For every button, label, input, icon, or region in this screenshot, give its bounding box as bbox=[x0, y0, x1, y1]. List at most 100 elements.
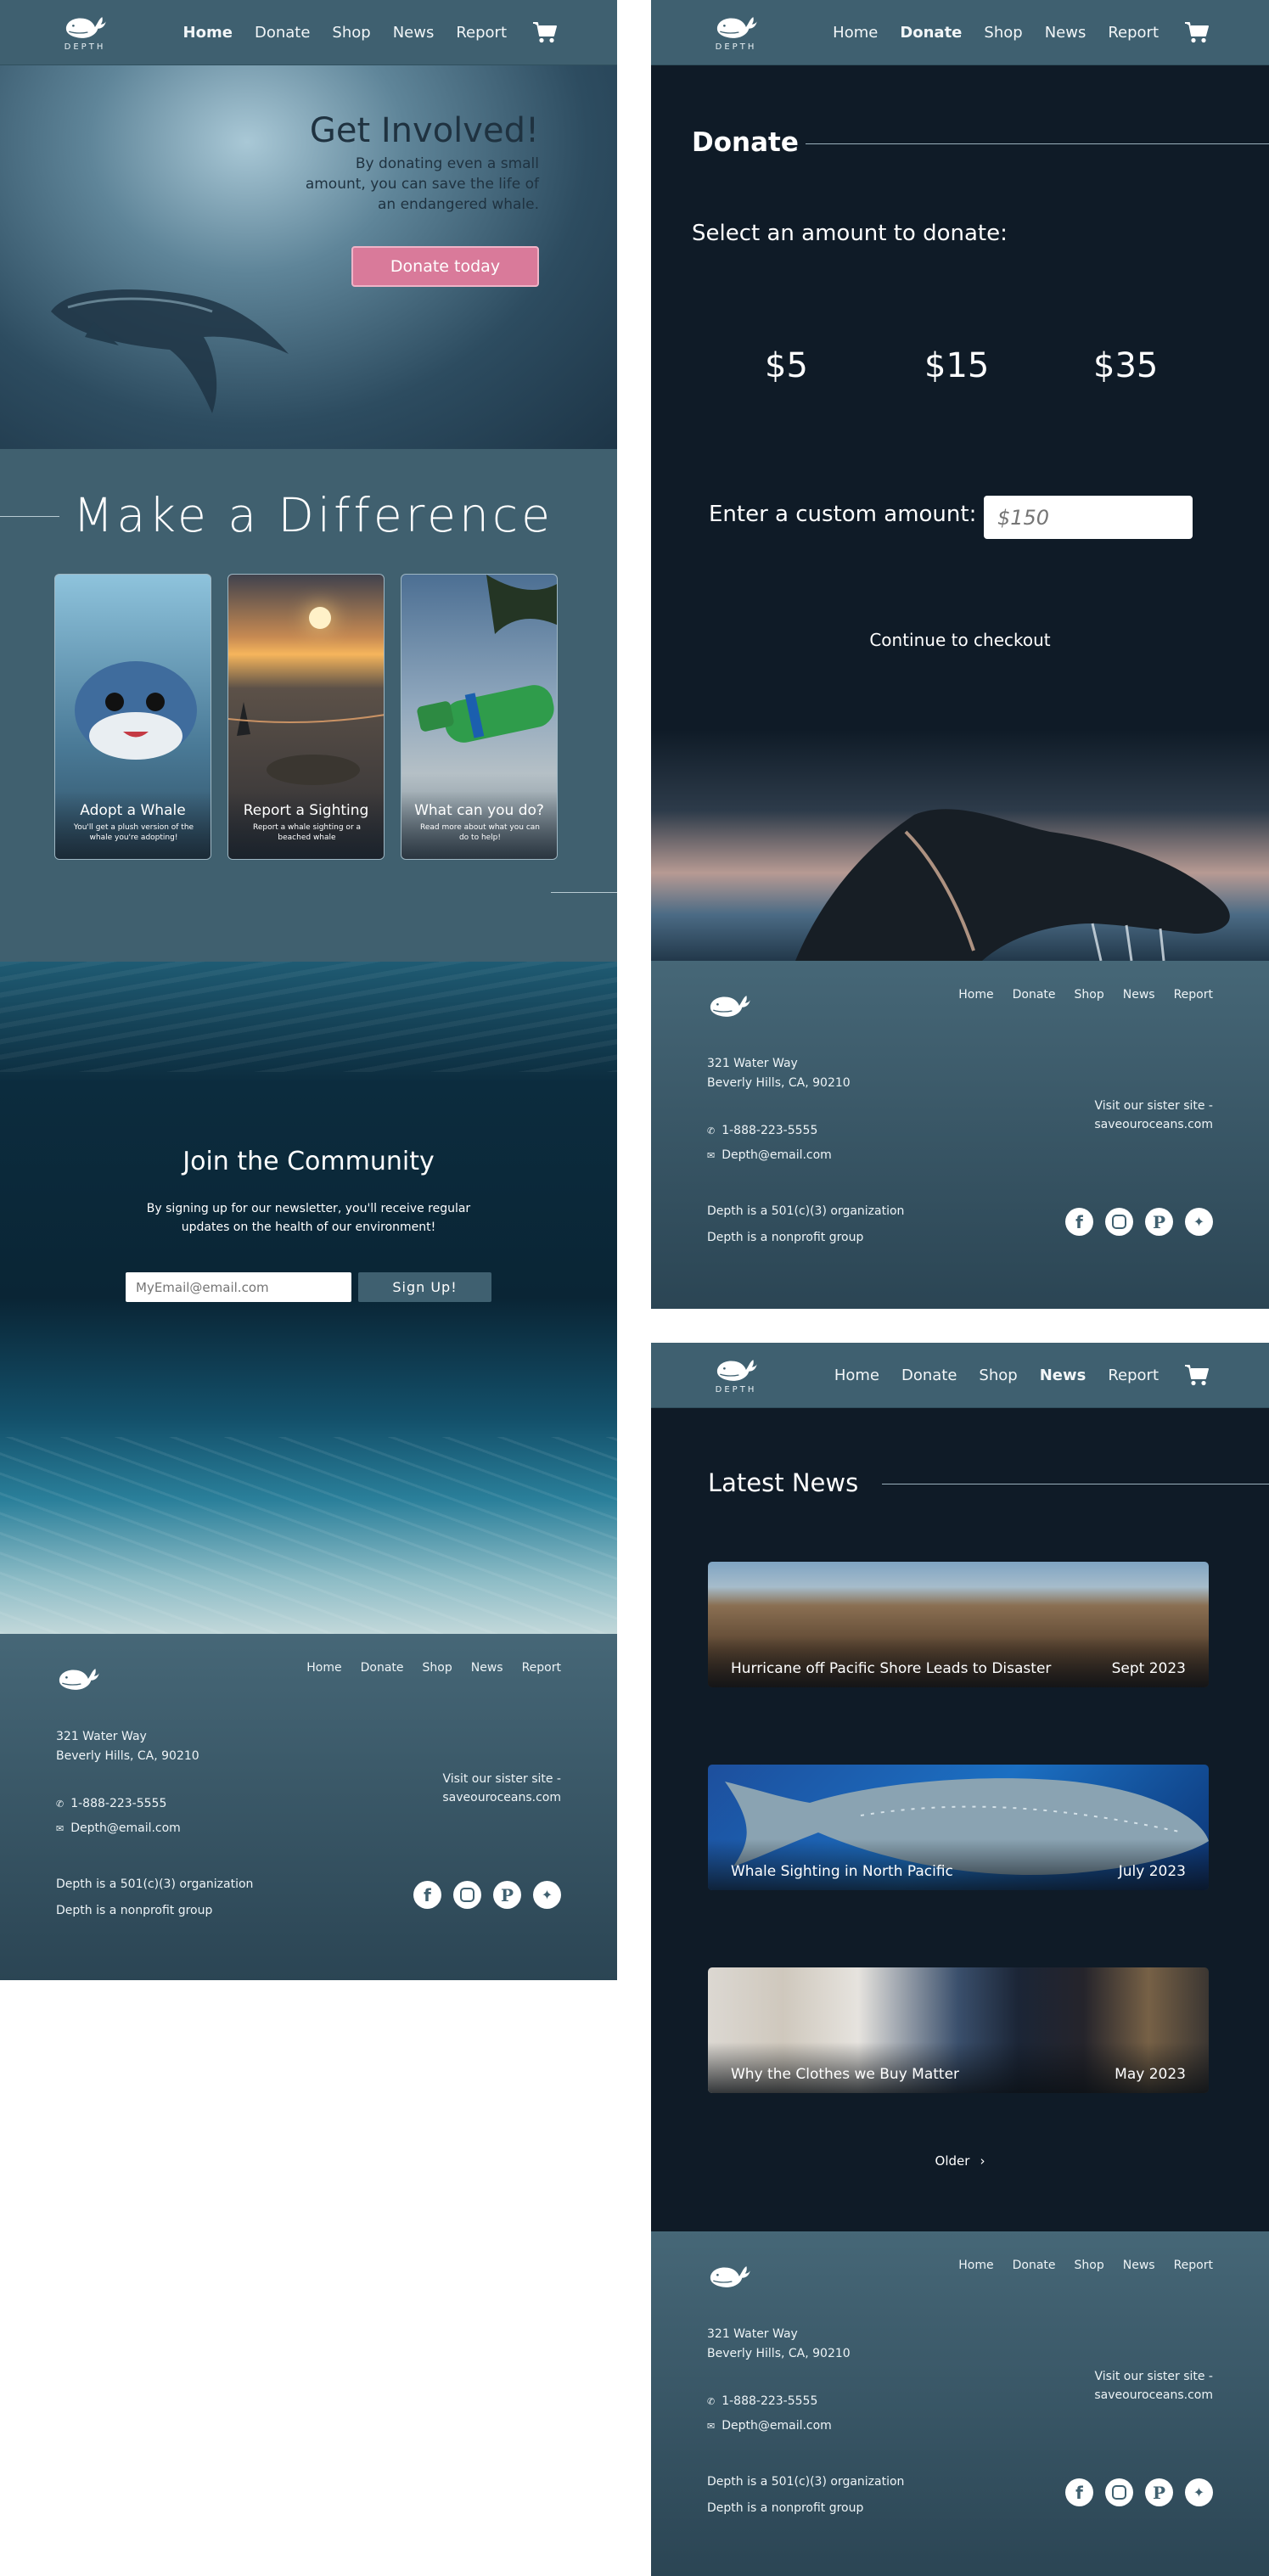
card-what-can-you-do[interactable]: What can you do? Read more about what yo… bbox=[401, 574, 558, 860]
mail-icon: ✉ bbox=[707, 2421, 716, 2432]
footer-link-home[interactable]: Home bbox=[958, 2259, 993, 2272]
footer-link-home[interactable]: Home bbox=[958, 988, 993, 1002]
footer-link-shop[interactable]: Shop bbox=[1075, 988, 1104, 1002]
news-date: Sept 2023 bbox=[1111, 1660, 1186, 1677]
continue-checkout-button[interactable]: Continue to checkout bbox=[651, 630, 1269, 650]
main-nav: DEPTH Home Donate Shop News Report bbox=[651, 0, 1269, 65]
amount-15[interactable]: $15 bbox=[924, 346, 989, 385]
whale-logo-icon bbox=[714, 1355, 758, 1384]
nav-news[interactable]: News bbox=[393, 24, 435, 42]
nav-shop[interactable]: Shop bbox=[984, 24, 1022, 42]
nav-home[interactable]: Home bbox=[183, 24, 233, 42]
whale-logo-icon[interactable] bbox=[707, 2262, 751, 2291]
news-headline: Why the Clothes we Buy Matter bbox=[731, 2066, 960, 2083]
difference-section: Make a Difference Adopt a Whale You'll g… bbox=[0, 449, 617, 962]
footer-link-donate[interactable]: Donate bbox=[361, 1661, 404, 1675]
nav-news[interactable]: News bbox=[1045, 24, 1087, 42]
sign-up-button[interactable]: Sign Up! bbox=[358, 1272, 491, 1302]
footer-link-news[interactable]: News bbox=[471, 1661, 503, 1675]
whale-logo-icon[interactable] bbox=[56, 1664, 100, 1693]
card-text: Read more about what you can do to help! bbox=[419, 823, 540, 842]
newsletter-email-input[interactable] bbox=[126, 1272, 351, 1302]
facebook-icon[interactable]: f bbox=[413, 1881, 441, 1909]
footer-link-report[interactable]: Report bbox=[522, 1661, 561, 1675]
pinterest-icon[interactable]: P bbox=[1145, 1208, 1173, 1236]
twitter-icon[interactable]: ✦ bbox=[533, 1881, 561, 1909]
news-headline: Whale Sighting in North Pacific bbox=[731, 1863, 953, 1880]
hero-section: Get Involved! By donating even a small a… bbox=[0, 65, 617, 449]
nav-donate[interactable]: Donate bbox=[900, 24, 962, 42]
footer-link-report[interactable]: Report bbox=[1174, 988, 1213, 1002]
card-report-sighting[interactable]: Report a Sighting Report a whale sightin… bbox=[227, 574, 385, 860]
cart-icon[interactable] bbox=[532, 20, 558, 44]
footer-link-news[interactable]: News bbox=[1123, 2259, 1155, 2272]
social-links: f P ✦ bbox=[1065, 2478, 1213, 2506]
site-footer: Home Donate Shop News Report 321 Water W… bbox=[651, 2231, 1269, 2576]
card-text: You'll get a plush version of the whale … bbox=[73, 823, 194, 842]
news-card[interactable]: Why the Clothes we Buy Matter May 2023 bbox=[708, 1967, 1209, 2093]
twitter-icon[interactable]: ✦ bbox=[1185, 2478, 1213, 2506]
nav-shop[interactable]: Shop bbox=[332, 24, 370, 42]
footer-address: 321 Water Way Beverly Hills, CA, 90210 bbox=[56, 1730, 199, 1763]
brand-logo[interactable]: DEPTH bbox=[710, 1355, 761, 1395]
divider-line-right bbox=[551, 892, 617, 893]
amount-5[interactable]: $5 bbox=[765, 346, 808, 385]
brand-logo[interactable]: DEPTH bbox=[710, 13, 761, 52]
older-link[interactable]: Older › bbox=[651, 2153, 1269, 2169]
sister-site[interactable]: Visit our sister site - saveouroceans.co… bbox=[442, 1770, 561, 1807]
beach-rocks-image bbox=[228, 702, 384, 785]
nav-shop[interactable]: Shop bbox=[979, 1367, 1017, 1384]
card-title: Adopt a Whale bbox=[80, 802, 186, 819]
footer-email[interactable]: Depth@email.com bbox=[70, 1816, 181, 1841]
hero-text: By donating even a small amount, you can… bbox=[305, 155, 539, 213]
cart-icon[interactable] bbox=[1184, 1363, 1210, 1387]
nav-report[interactable]: Report bbox=[456, 24, 507, 42]
nav-donate[interactable]: Donate bbox=[255, 24, 310, 42]
pinterest-icon[interactable]: P bbox=[493, 1881, 521, 1909]
footer-org: Depth is a 501(c)(3) organization Depth … bbox=[56, 1877, 254, 1917]
footer-email[interactable]: Depth@email.com bbox=[722, 2414, 832, 2439]
cart-icon[interactable] bbox=[1184, 20, 1210, 44]
social-links: f P ✦ bbox=[1065, 1208, 1213, 1236]
instagram-icon[interactable] bbox=[1105, 2478, 1133, 2506]
nav-news[interactable]: News bbox=[1040, 1367, 1087, 1384]
nav-report[interactable]: Report bbox=[1108, 1367, 1159, 1384]
instagram-icon[interactable] bbox=[1105, 1208, 1133, 1236]
footer-phone[interactable]: 1-888-223-5555 bbox=[70, 1792, 166, 1816]
nav-donate[interactable]: Donate bbox=[901, 1367, 957, 1384]
sister-site[interactable]: Visit our sister site - saveouroceans.co… bbox=[1094, 2367, 1213, 2405]
news-card[interactable]: Hurricane off Pacific Shore Leads to Dis… bbox=[708, 1562, 1209, 1687]
nav-home[interactable]: Home bbox=[834, 1367, 879, 1384]
card-adopt-whale[interactable]: Adopt a Whale You'll get a plush version… bbox=[54, 574, 211, 860]
nav-report[interactable]: Report bbox=[1108, 24, 1159, 42]
footer-link-donate[interactable]: Donate bbox=[1013, 988, 1056, 1002]
custom-amount-input[interactable] bbox=[984, 496, 1193, 539]
news-headline: Hurricane off Pacific Shore Leads to Dis… bbox=[731, 1660, 1052, 1677]
footer-link-donate[interactable]: Donate bbox=[1013, 2259, 1056, 2272]
footer-phone[interactable]: 1-888-223-5555 bbox=[722, 2389, 817, 2414]
facebook-icon[interactable]: f bbox=[1065, 2478, 1093, 2506]
footer-email[interactable]: Depth@email.com bbox=[722, 1143, 832, 1168]
amount-35[interactable]: $35 bbox=[1093, 346, 1158, 385]
sister-site[interactable]: Visit our sister site - saveouroceans.co… bbox=[1094, 1097, 1213, 1134]
footer-link-news[interactable]: News bbox=[1123, 988, 1155, 1002]
whale-logo-icon[interactable] bbox=[707, 991, 751, 1020]
footer-link-shop[interactable]: Shop bbox=[423, 1661, 452, 1675]
facebook-icon[interactable]: f bbox=[1065, 1208, 1093, 1236]
instagram-icon[interactable] bbox=[453, 1881, 481, 1909]
donate-today-button[interactable]: Donate today bbox=[351, 246, 539, 287]
footer-link-shop[interactable]: Shop bbox=[1075, 2259, 1104, 2272]
brand-logo[interactable]: DEPTH bbox=[59, 13, 110, 52]
footer-link-home[interactable]: Home bbox=[306, 1661, 341, 1675]
hero-title: Get Involved! bbox=[309, 111, 539, 150]
footer-link-report[interactable]: Report bbox=[1174, 2259, 1213, 2272]
news-page: DEPTH Home Donate Shop News Report Lates… bbox=[651, 1343, 1269, 2576]
twitter-icon[interactable]: ✦ bbox=[1185, 1208, 1213, 1236]
plush-whale-image bbox=[75, 661, 197, 760]
brand-wordmark: DEPTH bbox=[715, 1385, 757, 1395]
pinterest-icon[interactable]: P bbox=[1145, 2478, 1173, 2506]
nav-home[interactable]: Home bbox=[833, 24, 878, 42]
news-card[interactable]: Whale Sighting in North Pacific July 202… bbox=[708, 1765, 1209, 1890]
chevron-right-icon: › bbox=[980, 2153, 985, 2169]
footer-phone[interactable]: 1-888-223-5555 bbox=[722, 1119, 817, 1143]
